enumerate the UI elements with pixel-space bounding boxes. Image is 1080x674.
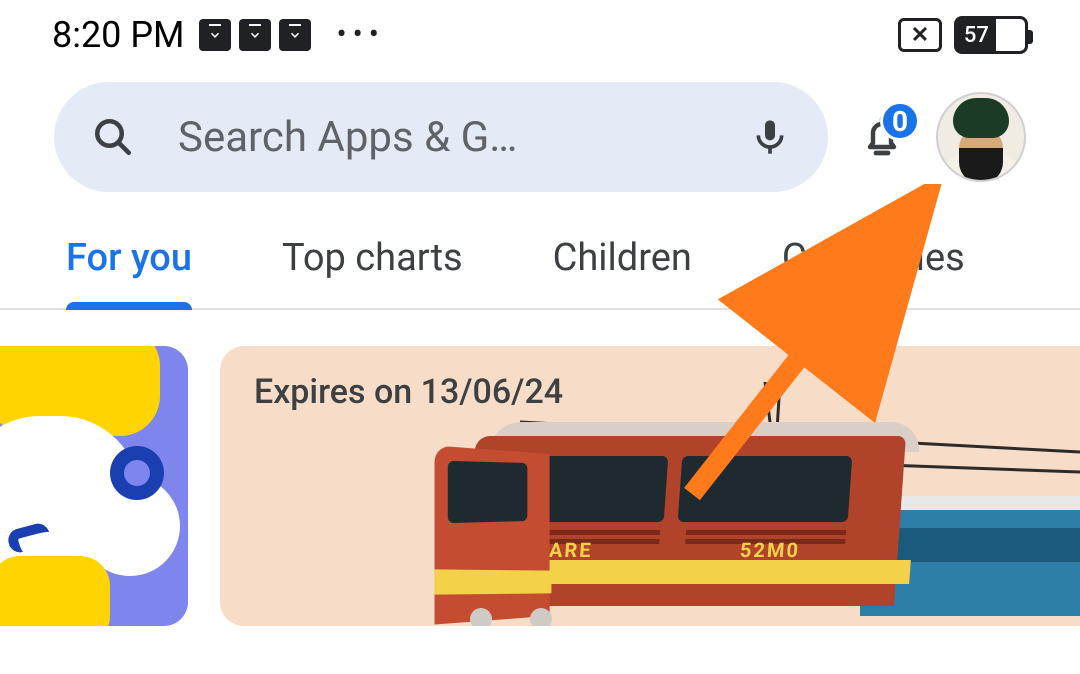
search-input[interactable]: Search Apps & G… (54, 82, 828, 192)
promo-card-train[interactable]: Expires on 13/06/24 WARE 52M0 (220, 346, 1080, 626)
content-carousel[interactable]: Expires on 13/06/24 WARE 52M0 (0, 310, 1080, 630)
status-time: 8:20 PM (52, 14, 185, 56)
header-row: Search Apps & G… 0 (0, 70, 1080, 210)
promo-expiry-label: Expires on 13/06/24 (254, 372, 563, 412)
tab-top-charts[interactable]: Top charts (282, 236, 463, 308)
tab-children[interactable]: Children (553, 236, 692, 308)
close-indicator-icon: ✕ (898, 18, 942, 52)
search-placeholder: Search Apps & G… (178, 113, 750, 162)
profile-avatar[interactable] (936, 92, 1026, 182)
status-bar: 8:20 PM ••• ✕ 57 (0, 0, 1080, 70)
download-icon (279, 19, 311, 51)
battery-percent: 57 (964, 23, 989, 48)
notification-badge: 0 (880, 101, 920, 141)
overflow-indicator: ••• (337, 20, 385, 50)
mic-icon[interactable] (750, 117, 790, 157)
tab-for-you[interactable]: For you (66, 236, 192, 308)
download-icon (239, 19, 271, 51)
battery-indicator: 57 (954, 16, 1028, 54)
promo-card-left[interactable] (0, 346, 188, 626)
download-icon (199, 19, 231, 51)
notifications-button[interactable]: 0 (852, 107, 912, 167)
search-icon (92, 116, 134, 158)
locomotive-illustration: WARE 52M0 (430, 410, 910, 626)
loco-text-right: 52M0 (739, 538, 801, 562)
tab-categories[interactable]: Categories (782, 236, 965, 308)
tab-bar: For you Top charts Children Categories (0, 210, 1080, 310)
